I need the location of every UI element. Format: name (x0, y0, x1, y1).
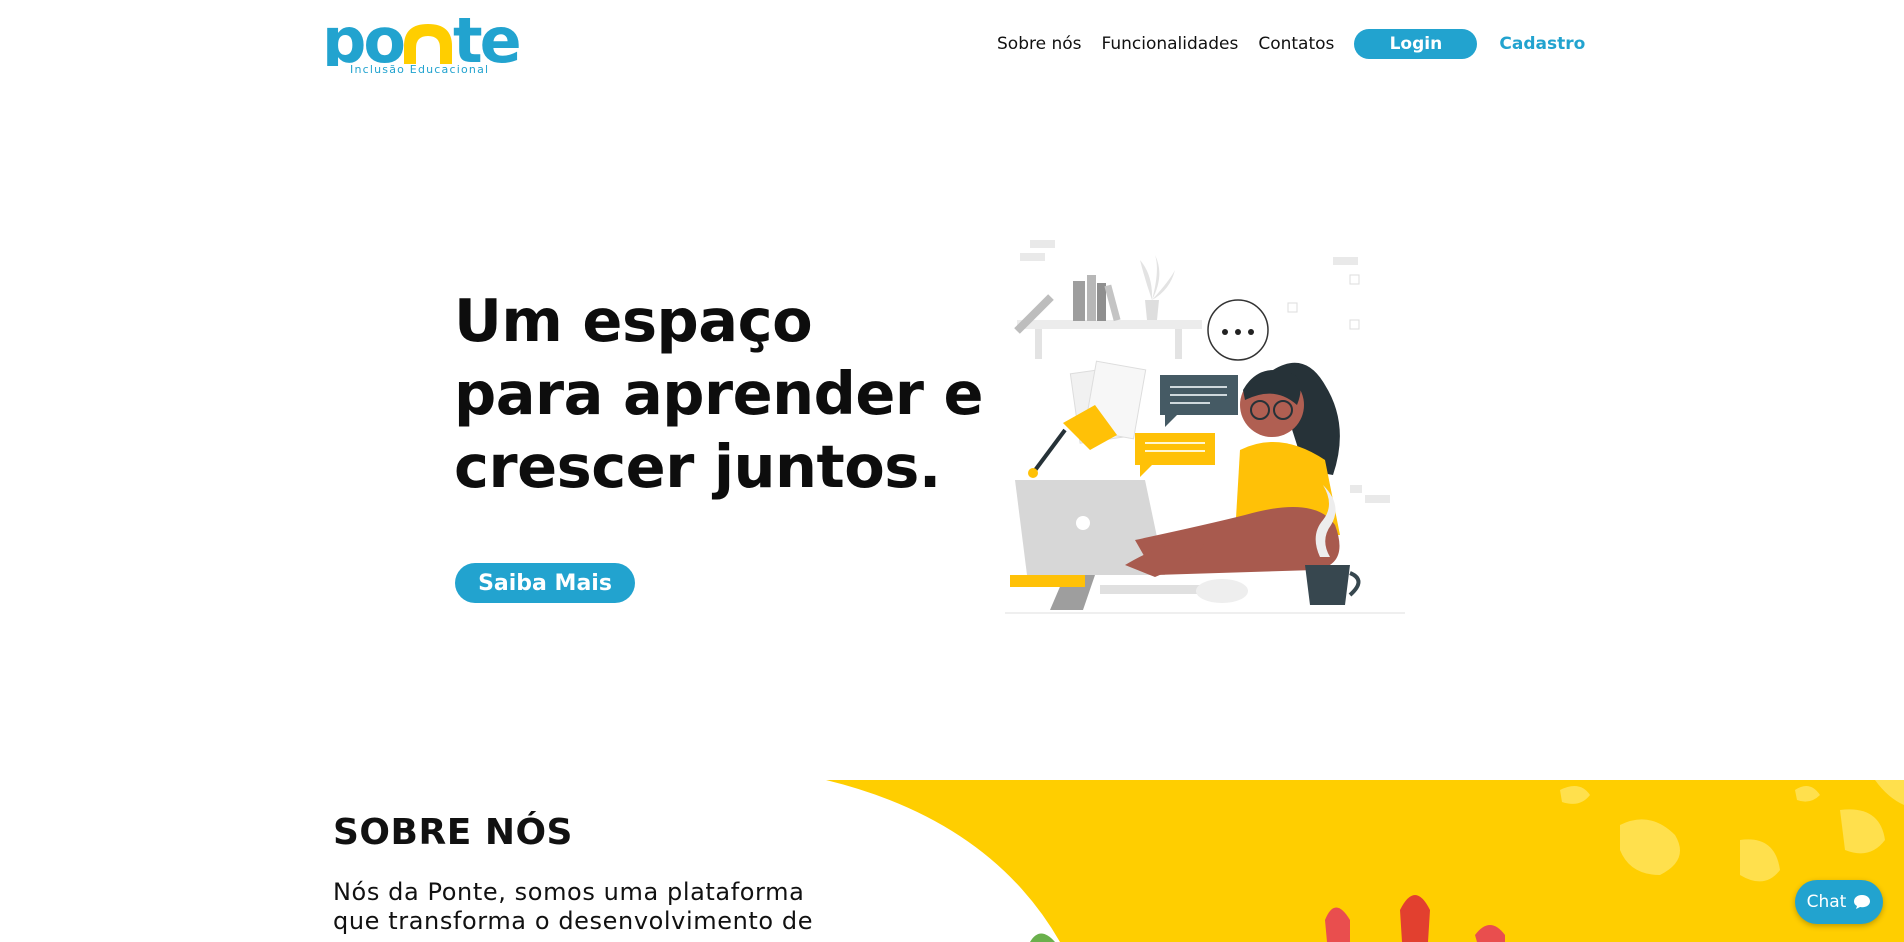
login-button[interactable]: Login (1354, 29, 1478, 59)
hero-title-line: crescer juntos. (454, 432, 941, 501)
hero-title: Um espaço para aprender e crescer juntos… (454, 284, 994, 503)
nav-contatos[interactable]: Contatos (1258, 34, 1334, 54)
chat-bubble-icon (1854, 895, 1871, 909)
about-title: SOBRE NÓS (333, 812, 573, 853)
cadastro-link[interactable]: Cadastro (1499, 34, 1585, 54)
about-yellow-background (826, 780, 1904, 942)
about-text-line: Nós da Ponte, somos uma plataforma (333, 878, 805, 906)
about-text-line: que transforma o desenvolvimento de (333, 907, 814, 935)
main-nav: Sobre nós Funcionalidades Contatos Login… (997, 29, 1585, 59)
nav-funcionalidades[interactable]: Funcionalidades (1102, 34, 1239, 54)
svg-text:po: po (322, 6, 403, 66)
logo[interactable]: ponte po te Inclusão Educacional (322, 6, 522, 78)
saiba-mais-button[interactable]: Saiba Mais (455, 563, 635, 603)
hero-title-line: Um espaço (454, 286, 813, 355)
woman-at-computer-illustration (1005, 240, 1405, 614)
logo-mark: po te (322, 6, 522, 66)
svg-text:te: te (453, 6, 520, 66)
chat-label: Chat (1806, 892, 1847, 912)
chat-button[interactable]: Chat (1795, 880, 1883, 924)
hero-title-line: para aprender e (454, 359, 984, 428)
about-text: Nós da Ponte, somos uma plataforma que t… (333, 878, 873, 936)
nav-sobre-nos[interactable]: Sobre nós (997, 34, 1082, 54)
logo-subtitle: Inclusão Educacional (350, 63, 490, 76)
